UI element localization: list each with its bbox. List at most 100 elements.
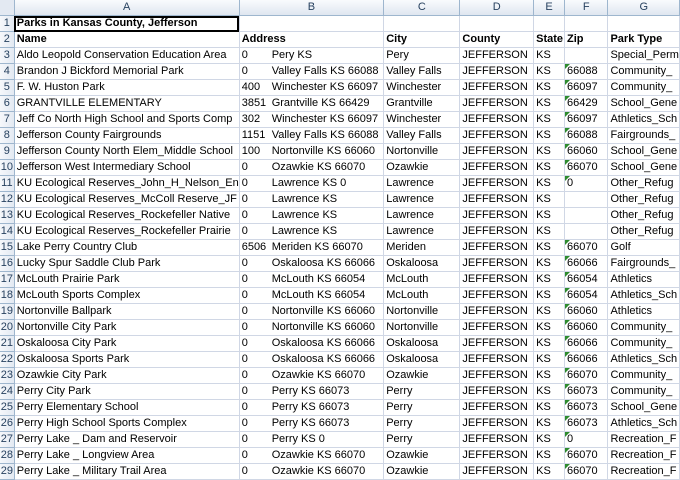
- cell-city[interactable]: Lawrence: [383, 191, 461, 208]
- cell-park-type[interactable]: Community_: [607, 367, 680, 384]
- cell-address[interactable]: 0 Perry KS 66073: [239, 383, 385, 400]
- cell-city[interactable]: Perry: [383, 431, 461, 448]
- cell-state[interactable]: KS: [533, 319, 565, 336]
- header-cell-city[interactable]: City: [383, 31, 461, 48]
- cell-name[interactable]: Perry Elementary School: [14, 399, 240, 416]
- cell-state[interactable]: KS: [533, 191, 565, 208]
- cell-zip[interactable]: [564, 191, 609, 208]
- cell-name[interactable]: Oskaloosa City Park: [14, 335, 240, 352]
- cell-state[interactable]: KS: [533, 383, 565, 400]
- cell-park-type[interactable]: Other_Refug: [607, 175, 680, 192]
- cell-address[interactable]: 0 Oskaloosa KS 66066: [239, 335, 385, 352]
- cell-zip[interactable]: 0: [564, 175, 609, 192]
- cell-city[interactable]: McLouth: [383, 271, 461, 288]
- header-cell-address[interactable]: Address: [239, 31, 385, 48]
- row-number[interactable]: 6: [0, 95, 15, 112]
- cell-state[interactable]: KS: [533, 207, 565, 224]
- cell-county[interactable]: JEFFERSON: [459, 175, 535, 192]
- cell-park-type[interactable]: Special_Perm: [607, 47, 680, 64]
- cell-zip[interactable]: 66070: [564, 367, 609, 384]
- cell-park-type[interactable]: Athletics_Sch: [607, 287, 680, 304]
- cell-zip[interactable]: [564, 47, 609, 64]
- row-number[interactable]: 23: [0, 367, 15, 384]
- select-all-corner[interactable]: [0, 0, 15, 16]
- cell-park-type[interactable]: Community_: [607, 63, 680, 80]
- cell[interactable]: [607, 15, 680, 32]
- cell-address[interactable]: 0 Ozawkie KS 66070: [239, 447, 385, 464]
- cell-park-type[interactable]: Athletics_Sch: [607, 351, 680, 368]
- row-number[interactable]: 28: [0, 447, 15, 464]
- cell-address[interactable]: 0 Ozawkie KS 66070: [239, 367, 385, 384]
- cell-city[interactable]: Valley Falls: [383, 127, 461, 144]
- cell-name[interactable]: Perry Lake _ Longview Area: [14, 447, 240, 464]
- cell-zip[interactable]: 66073: [564, 383, 609, 400]
- cell-park-type[interactable]: Community_: [607, 383, 680, 400]
- cell-name[interactable]: Perry Lake _ Dam and Reservoir: [14, 431, 240, 448]
- cell-county[interactable]: JEFFERSON: [459, 79, 535, 96]
- cell-zip[interactable]: 66054: [564, 287, 609, 304]
- cell-county[interactable]: JEFFERSON: [459, 271, 535, 288]
- cell-name[interactable]: Aldo Leopold Conservation Education Area: [14, 47, 240, 64]
- cell-name[interactable]: KU Ecological Reserves_John_H_Nelson_En: [14, 175, 240, 192]
- cell-park-type[interactable]: School_Gene: [607, 399, 680, 416]
- cell-zip[interactable]: 66070: [564, 463, 609, 480]
- cell-city[interactable]: Nortonville: [383, 319, 461, 336]
- cell-park-type[interactable]: Fairgrounds_: [607, 255, 680, 272]
- cell-zip[interactable]: 66429: [564, 95, 609, 112]
- cell-name[interactable]: Jefferson County North Elem_Middle Schoo…: [14, 143, 240, 160]
- cell-name[interactable]: McLouth Prairie Park: [14, 271, 240, 288]
- cell-state[interactable]: KS: [533, 447, 565, 464]
- cell-name[interactable]: Jefferson West Intermediary School: [14, 159, 240, 176]
- cell-address[interactable]: 302 Winchester KS 66097: [239, 111, 385, 128]
- cell-county[interactable]: JEFFERSON: [459, 223, 535, 240]
- cell-address[interactable]: 6506 Meriden KS 66070: [239, 239, 385, 256]
- row-number[interactable]: 19: [0, 303, 15, 320]
- row-number[interactable]: 2: [0, 31, 15, 48]
- cell-name[interactable]: Jeff Co North High School and Sports Com…: [14, 111, 240, 128]
- cell-name[interactable]: Lucky Spur Saddle Club Park: [14, 255, 240, 272]
- cell-address[interactable]: 100 Nortonville KS 66060: [239, 143, 385, 160]
- cell-address[interactable]: 0 Perry KS 0: [239, 431, 385, 448]
- row-number[interactable]: 22: [0, 351, 15, 368]
- cell[interactable]: [239, 15, 385, 32]
- column-header-b[interactable]: B: [239, 0, 385, 16]
- cell-city[interactable]: Lawrence: [383, 207, 461, 224]
- row-number[interactable]: 1: [0, 15, 15, 32]
- cell-city[interactable]: Perry: [383, 399, 461, 416]
- cell-city[interactable]: McLouth: [383, 287, 461, 304]
- cell-county[interactable]: JEFFERSON: [459, 127, 535, 144]
- cell-name[interactable]: KU Ecological Reserves_Rockefeller Prair…: [14, 223, 240, 240]
- cell-zip[interactable]: 66054: [564, 271, 609, 288]
- cell-address[interactable]: 0 Valley Falls KS 66088: [239, 63, 385, 80]
- cell-name[interactable]: Oskaloosa Sports Park: [14, 351, 240, 368]
- cell-name[interactable]: Lake Perry Country Club: [14, 239, 240, 256]
- title-cell[interactable]: Parks in Kansas County, Jefferson: [14, 15, 240, 32]
- cell-county[interactable]: JEFFERSON: [459, 415, 535, 432]
- cell-state[interactable]: KS: [533, 335, 565, 352]
- row-number[interactable]: 7: [0, 111, 15, 128]
- cell-county[interactable]: JEFFERSON: [459, 351, 535, 368]
- cell-city[interactable]: Meriden: [383, 239, 461, 256]
- cell-county[interactable]: JEFFERSON: [459, 191, 535, 208]
- cell-county[interactable]: JEFFERSON: [459, 447, 535, 464]
- cell[interactable]: [533, 15, 565, 32]
- cell-name[interactable]: KU Ecological Reserves_McColl Reserve_JF: [14, 191, 240, 208]
- cell-city[interactable]: Ozawkie: [383, 159, 461, 176]
- cell-address[interactable]: 0 Oskaloosa KS 66066: [239, 255, 385, 272]
- cell-zip[interactable]: 66097: [564, 111, 609, 128]
- cell-zip[interactable]: 66060: [564, 143, 609, 160]
- cell-zip[interactable]: 66066: [564, 255, 609, 272]
- cell-park-type[interactable]: Athletics_Sch: [607, 415, 680, 432]
- cell-zip[interactable]: 66066: [564, 351, 609, 368]
- row-number[interactable]: 17: [0, 271, 15, 288]
- row-number[interactable]: 5: [0, 79, 15, 96]
- row-number[interactable]: 29: [0, 463, 15, 480]
- cell-park-type[interactable]: Community_: [607, 335, 680, 352]
- cell-county[interactable]: JEFFERSON: [459, 431, 535, 448]
- row-number[interactable]: 9: [0, 143, 15, 160]
- cell-city[interactable]: Valley Falls: [383, 63, 461, 80]
- cell-address[interactable]: 0 Lawrence KS: [239, 191, 385, 208]
- cell-name[interactable]: Nortonville Ballpark: [14, 303, 240, 320]
- row-number[interactable]: 21: [0, 335, 15, 352]
- row-number[interactable]: 20: [0, 319, 15, 336]
